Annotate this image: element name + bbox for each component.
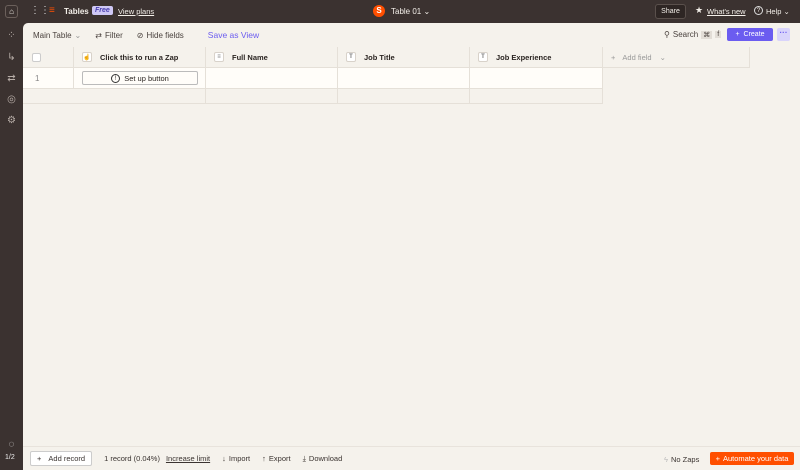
column-header-zap[interactable]: ☝ Click this to run a Zap (74, 47, 206, 67)
table-name-dropdown[interactable]: Table 01 ⌄ (391, 7, 430, 16)
export-label: Export (268, 454, 291, 463)
import-label: Import (228, 454, 251, 463)
add-record-label: Add record (48, 454, 86, 463)
lightning-icon: ϟ (664, 455, 668, 464)
increase-limit-link[interactable]: Increase limit (166, 454, 210, 463)
apps-icon[interactable]: ⁘ (5, 29, 18, 42)
cell-job-experience[interactable] (470, 68, 603, 88)
search-label: Search (672, 30, 699, 39)
chevron-down-icon: ⌄ (74, 30, 82, 40)
download-button[interactable]: ⤓ Download (303, 454, 343, 464)
add-record-button[interactable]: + Add record (30, 451, 93, 466)
shortcut-key: f (715, 31, 722, 38)
table-row[interactable]: 1 ! Set up button (23, 68, 603, 89)
export-button[interactable]: ↑ Export (262, 454, 290, 463)
empty-row[interactable] (23, 89, 603, 104)
row-index: 1 (23, 68, 74, 88)
hide-fields-label: Hide fields (146, 30, 184, 40)
filter-icon: ⇄ (95, 30, 102, 40)
eye-off-icon: ⊘ (136, 30, 144, 40)
page-indicator: 1/2 (5, 454, 15, 461)
column-header-full-name[interactable]: ≡ Full Name (206, 47, 338, 67)
text-type-icon: T (346, 52, 356, 62)
data-table: ☝ Click this to run a Zap ≡ Full Name T Job… (23, 47, 750, 104)
star-icon: ★ (695, 5, 704, 15)
automate-label: Automate your data (722, 454, 789, 463)
progress-ring-icon: ◌ (8, 439, 15, 450)
column-label: Full Name (232, 52, 268, 62)
text-type-icon: ≡ (214, 52, 224, 62)
no-zaps-label: No Zaps (670, 455, 700, 464)
chevron-down-icon: ⌄ (423, 7, 431, 16)
automate-button[interactable]: + Automate your data (710, 452, 794, 465)
apps-grid-icon[interactable]: ⋮⋮ (30, 5, 50, 16)
text-type-icon: T (478, 52, 488, 62)
download-icon: ⤓ (302, 453, 306, 463)
plus-icon: + (611, 52, 616, 62)
plus-icon: + (37, 454, 42, 463)
add-field-button[interactable]: + Add field ⌄ (603, 47, 750, 67)
share-button[interactable]: Share (655, 4, 686, 19)
cell-full-name[interactable] (206, 68, 338, 88)
shortcut-cmd: ⌘ (701, 30, 713, 39)
transfer-icon[interactable]: ⇄ (5, 72, 18, 85)
home-icon[interactable]: ⌂ (5, 5, 18, 18)
search-icon: ⚲ (664, 30, 670, 39)
zapier-logo-icon: S (373, 5, 385, 17)
table-name: Table 01 (391, 7, 422, 16)
arrow-turn-icon[interactable]: ↳ (5, 51, 18, 64)
alert-circle-icon: ! (111, 73, 121, 83)
create-label: Create (743, 31, 765, 38)
filter-button[interactable]: ⇄ Filter (95, 31, 122, 40)
record-count: 1 record (0.04%) (104, 454, 160, 463)
no-zaps-status: ϟ No Zaps (664, 455, 699, 464)
select-all-checkbox[interactable] (32, 52, 41, 62)
view-name: Main Table (33, 30, 72, 40)
help-label: Help (766, 7, 782, 16)
set-up-button[interactable]: ! Set up button (82, 71, 198, 85)
main-panel: Main Table ⌄ ⇄ Filter ⊘ Hide fields Save as… (23, 23, 800, 470)
toolbar: Main Table ⌄ ⇄ Filter ⊘ Hide fields Save as… (23, 23, 800, 47)
download-label: Download (308, 454, 343, 463)
column-label: Click this to run a Zap (100, 52, 179, 62)
more-options-icon[interactable]: ··· (777, 28, 790, 41)
arrow-down-icon: ↓ (222, 454, 226, 463)
column-label: Job Experience (496, 52, 552, 62)
tables-logo-icon: ≡ (49, 5, 55, 16)
plan-badge: Free (92, 6, 113, 15)
arrow-up-icon: ↑ (262, 454, 266, 463)
column-header-job-title[interactable]: T Job Title (338, 47, 470, 67)
view-selector[interactable]: Main Table ⌄ (33, 31, 81, 40)
column-header-job-experience[interactable]: T Job Experience (470, 47, 603, 67)
plus-icon: + (735, 31, 740, 38)
search-button[interactable]: ⚲ Search ⌘ f (664, 30, 722, 39)
add-field-label: Add field (622, 52, 652, 62)
chevron-down-icon: ⌄ (659, 52, 666, 62)
footer-bar: + Add record 1 record (0.04%) Increase li… (23, 446, 800, 470)
top-bar: ⌂ ⋮⋮ ≡ Tables Free View plans S Table 01… (0, 0, 800, 23)
plus-icon: + (715, 454, 720, 463)
app-name: Tables (64, 7, 89, 16)
view-plans-link[interactable]: View plans (118, 7, 154, 16)
table-header: ☝ Click this to run a Zap ≡ Full Name T Job… (23, 47, 750, 68)
button-type-icon: ☝ (82, 52, 92, 62)
settings-icon[interactable]: ⚙ (5, 114, 18, 127)
filter-label: Filter (104, 30, 123, 40)
create-button[interactable]: + Create (727, 28, 773, 41)
help-menu[interactable]: Help ⌄ (766, 7, 790, 16)
sidebar: ⁘ ↳ ⇄ ◎ ⚙ ◌ 1/2 (0, 23, 23, 470)
button-label: Set up button (124, 73, 169, 83)
import-button[interactable]: ↓ Import (222, 454, 250, 463)
whats-new-link[interactable]: What's new (707, 7, 746, 16)
help-icon: ? (754, 6, 763, 15)
cell-job-title[interactable] (338, 68, 470, 88)
column-label: Job Title (364, 52, 395, 62)
hide-fields-button[interactable]: ⊘ Hide fields (137, 31, 184, 40)
save-as-view-button[interactable]: Save as View (208, 30, 259, 40)
eye-off-icon[interactable]: ◎ (5, 93, 18, 106)
